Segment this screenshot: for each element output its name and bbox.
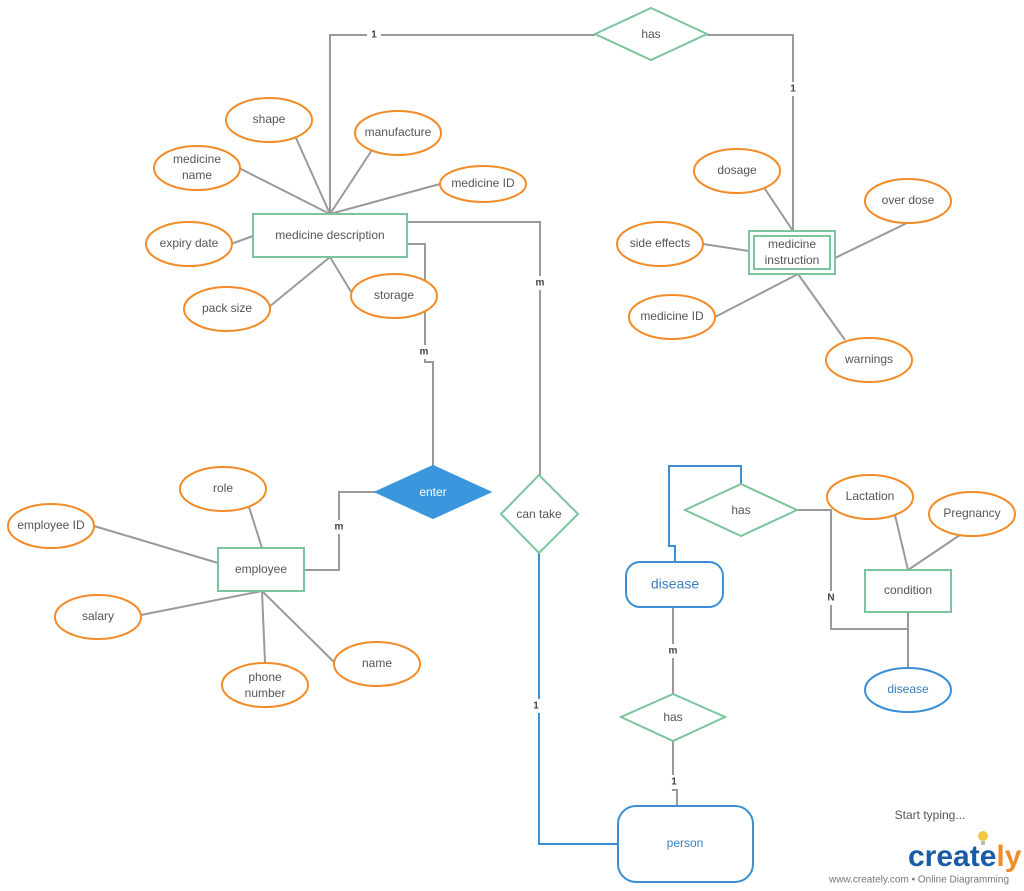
relationship-has-condition[interactable]: has xyxy=(682,482,800,538)
svg-text:instruction: instruction xyxy=(765,253,820,267)
attribute-salary[interactable]: salary xyxy=(54,594,142,640)
svg-text:manufacture: manufacture xyxy=(365,125,432,139)
creately-logo: creately www.creately.com • Online Diagr… xyxy=(828,831,1022,886)
attribute-pregnancy[interactable]: Pregnancy xyxy=(928,491,1016,537)
attribute-employee-id[interactable]: employee ID xyxy=(7,503,95,549)
svg-text:enter: enter xyxy=(419,485,446,499)
cardinality-label: 1 xyxy=(533,701,539,712)
entity-medicine-instruction[interactable]: medicine instruction xyxy=(748,230,836,275)
attribute-phone-number[interactable]: phone number xyxy=(221,662,309,708)
svg-text:role: role xyxy=(213,481,233,495)
attribute-lactation[interactable]: Lactation xyxy=(826,474,914,520)
attribute-role[interactable]: role xyxy=(179,466,267,512)
start-typing-hint: Start typing... xyxy=(895,808,966,822)
svg-text:phone: phone xyxy=(248,670,282,684)
svg-text:medicine description: medicine description xyxy=(275,228,384,242)
attribute-over-dose[interactable]: over dose xyxy=(864,178,952,224)
svg-text:employee ID: employee ID xyxy=(17,518,85,532)
svg-text:disease: disease xyxy=(651,576,699,592)
svg-text:side effects: side effects xyxy=(630,236,690,250)
entity-disease[interactable]: disease xyxy=(625,561,724,608)
relationship-has-top[interactable]: has xyxy=(592,6,710,62)
entity-employee[interactable]: employee xyxy=(217,547,305,592)
svg-text:has: has xyxy=(641,27,660,41)
entity-medicine-description[interactable]: medicine description xyxy=(252,213,408,258)
svg-text:expiry date: expiry date xyxy=(160,236,219,250)
attributes: shape manufacture medicine name medicine … xyxy=(7,97,1016,713)
attribute-expiry-date[interactable]: expiry date xyxy=(145,221,233,267)
svg-text:person: person xyxy=(667,836,704,850)
svg-text:name: name xyxy=(362,656,392,670)
cardinality-label: m xyxy=(669,646,678,657)
svg-text:shape: shape xyxy=(253,112,286,126)
entity-person[interactable]: person xyxy=(617,805,754,883)
cardinality-label: N xyxy=(827,593,834,604)
svg-text:medicine: medicine xyxy=(768,237,816,251)
svg-text:storage: storage xyxy=(374,288,414,302)
relationship-enter[interactable]: enter xyxy=(373,464,493,520)
svg-text:has: has xyxy=(731,503,750,517)
attribute-dosage[interactable]: dosage xyxy=(693,148,781,194)
svg-text:salary: salary xyxy=(82,609,114,623)
attribute-storage[interactable]: storage xyxy=(350,273,438,319)
cardinality-label: m xyxy=(420,347,429,358)
tagline: www.creately.com • Online Diagramming xyxy=(828,875,1009,886)
attribute-instruction-medicine-id[interactable]: medicine ID xyxy=(628,294,716,340)
svg-text:number: number xyxy=(245,686,286,700)
attribute-warnings[interactable]: warnings xyxy=(825,337,913,383)
cardinality-label: 1 xyxy=(790,84,796,95)
er-diagram: 1 1 m m m 1 N m 1 has enter can take has… xyxy=(7,6,1022,886)
svg-text:can take: can take xyxy=(516,507,562,521)
svg-text:medicine ID: medicine ID xyxy=(451,176,515,190)
svg-text:Pregnancy: Pregnancy xyxy=(943,506,1000,520)
svg-text:has: has xyxy=(663,710,682,724)
attribute-condition-disease[interactable]: disease xyxy=(864,667,952,713)
cardinality-label: 1 xyxy=(671,777,677,788)
attribute-shape[interactable]: shape xyxy=(225,97,313,143)
svg-text:employee: employee xyxy=(235,562,287,576)
svg-text:condition: condition xyxy=(884,583,932,597)
svg-text:dosage: dosage xyxy=(717,163,757,177)
attribute-medicine-name[interactable]: medicine name xyxy=(153,145,241,191)
connector-has-instruction xyxy=(707,34,794,231)
cardinality-label: m xyxy=(335,522,344,533)
attribute-manufacture[interactable]: manufacture xyxy=(354,110,442,156)
svg-text:over dose: over dose xyxy=(882,193,935,207)
cardinality-label: 1 xyxy=(371,30,377,41)
svg-text:warnings: warnings xyxy=(844,352,893,366)
cardinality-label: m xyxy=(536,278,545,289)
svg-text:name: name xyxy=(182,168,212,182)
attribute-pack-size[interactable]: pack size xyxy=(183,286,271,332)
connector-has-person xyxy=(672,741,678,806)
attribute-name[interactable]: name xyxy=(333,641,421,687)
svg-text:medicine: medicine xyxy=(173,152,221,166)
entity-condition[interactable]: condition xyxy=(864,569,952,613)
attribute-side-effects[interactable]: side effects xyxy=(616,221,704,267)
relationship-has-person[interactable]: has xyxy=(618,692,728,743)
svg-text:creately: creately xyxy=(908,840,1022,873)
svg-text:medicine ID: medicine ID xyxy=(640,309,704,323)
svg-text:Lactation: Lactation xyxy=(846,489,895,503)
svg-text:disease: disease xyxy=(887,682,929,696)
connector-cantake-person xyxy=(538,553,618,845)
relationship-can-take[interactable]: can take xyxy=(499,473,580,555)
svg-text:pack size: pack size xyxy=(202,301,252,315)
attribute-medicine-id[interactable]: medicine ID xyxy=(439,165,527,203)
